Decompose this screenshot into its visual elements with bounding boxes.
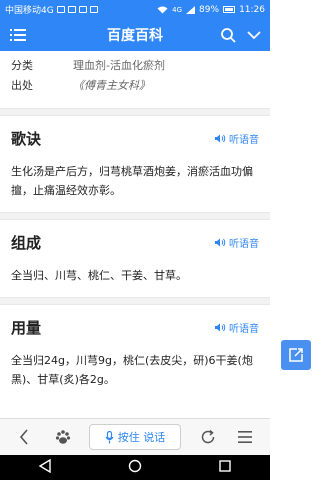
search-icon[interactable] [218, 25, 238, 45]
voice-input-label: 按住 说话 [117, 431, 166, 444]
section-composition: 组成 听语音 全当归、川芎、桃仁、干姜、甘草。 [0, 220, 270, 297]
speaker-icon [215, 238, 226, 247]
more-menu-icon[interactable] [234, 425, 256, 449]
listen-button[interactable]: 听语音 [215, 131, 259, 146]
section-divider [0, 212, 270, 220]
listen-button[interactable]: 听语音 [215, 235, 259, 250]
speaker-icon [215, 323, 226, 332]
menu-icon[interactable] [8, 25, 28, 45]
voice-input-button[interactable]: 按住 说话 [89, 424, 181, 450]
section-dosage: 用量 听语音 全当归24g，川芎9g，桃仁(去皮尖，研)6干姜(炮黑)、甘草(炙… [0, 305, 270, 401]
nav-home-icon[interactable] [128, 458, 142, 477]
app-icon [89, 6, 98, 13]
section-divider [0, 108, 270, 116]
info-row-source: 出处 《傅青主女科》 [0, 76, 270, 96]
microphone-icon [105, 430, 114, 443]
listen-label: 听语音 [229, 135, 259, 146]
info-key: 出处 [11, 79, 33, 92]
status-bar: 中国移动4G 4G 89% 11:26 [0, 0, 270, 19]
info-row-category: 分类 理血剂-活血化瘀剂 [0, 56, 270, 76]
clock: 11:26 [239, 4, 265, 15]
section-body: 全当归、川芎、桃仁、干姜、甘草。 [11, 269, 187, 282]
signal-icon [186, 5, 196, 14]
listen-button[interactable]: 听语音 [215, 320, 259, 335]
battery-icon [223, 6, 236, 13]
header: 百度百科 [0, 19, 270, 51]
paw-icon[interactable] [52, 425, 74, 449]
info-value[interactable]: 《傅青主女科》 [73, 76, 150, 96]
edit-float-button[interactable] [281, 340, 311, 370]
battery-percent: 89% [199, 4, 220, 15]
carrier-label: 中国移动4G [5, 6, 54, 16]
refresh-icon[interactable] [197, 425, 219, 449]
section-divider [0, 297, 270, 305]
bottom-toolbar: 按住 说话 [0, 418, 270, 455]
back-icon[interactable] [14, 425, 34, 449]
info-value[interactable]: 理血剂-活血化瘀剂 [73, 56, 165, 76]
message-icon [78, 6, 87, 13]
system-nav-bar [0, 455, 270, 480]
share-edit-icon [289, 348, 303, 362]
info-key: 分类 [11, 59, 33, 72]
listen-label: 听语音 [229, 239, 259, 250]
article-content: 分类 理血剂-活血化瘀剂 出处 《傅青主女科》 歌诀 听语音 生化汤是产后方，归… [0, 51, 270, 418]
network-type-label: 4G [172, 5, 183, 14]
listen-label: 听语音 [229, 324, 259, 335]
nav-back-icon[interactable] [38, 458, 52, 477]
wifi-icon [157, 6, 168, 13]
section-verse: 歌诀 听语音 生化汤是产后方，归芎桃草酒炮姜，消瘀活血功偏擅，止痛温经效亦彰。 [0, 116, 270, 212]
nav-recents-icon[interactable] [218, 458, 232, 477]
chevron-down-icon[interactable] [244, 25, 264, 45]
notification-icon [67, 6, 76, 13]
notification-icon [56, 6, 65, 13]
speaker-icon [215, 134, 226, 143]
section-body: 生化汤是产后方，归芎桃草酒炮姜，消瘀活血功偏擅，止痛温经效亦彰。 [11, 165, 253, 197]
section-body: 全当归24g，川芎9g，桃仁(去皮尖，研)6干姜(炮黑)、甘草(炙)各2g。 [11, 354, 253, 386]
